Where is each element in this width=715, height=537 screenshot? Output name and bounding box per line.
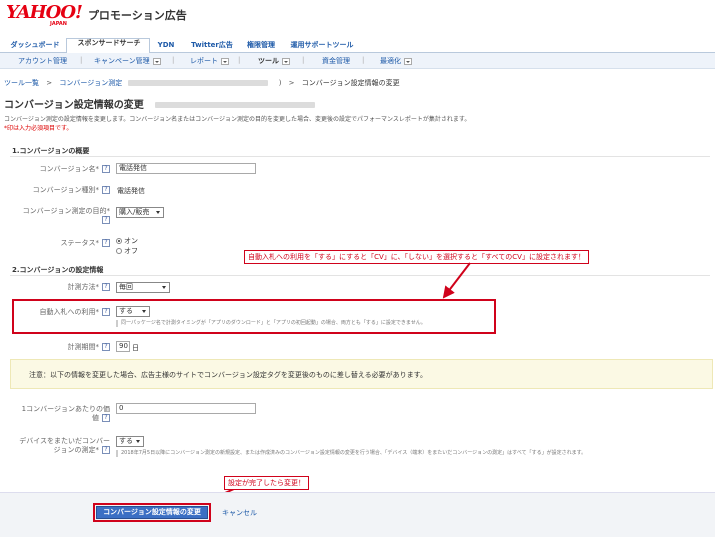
- tab-support-tools[interactable]: 運用サポートツール: [286, 38, 358, 53]
- product-title: プロモーション広告: [87, 9, 187, 22]
- period-label: 計測期間*?: [20, 343, 110, 352]
- status-off-radio[interactable]: オフ: [116, 246, 138, 256]
- help-icon[interactable]: ?: [102, 446, 110, 454]
- method-label: 計測方法*?: [20, 283, 110, 292]
- arrow-to-autobid: [442, 262, 471, 299]
- chevron-down-icon: [156, 211, 160, 214]
- conversion-name-field[interactable]: 電話発信: [116, 163, 256, 174]
- chevron-down-icon: [282, 57, 290, 65]
- section2-heading: 2.コンバージョンの設定情報: [12, 266, 104, 274]
- subnav-funds[interactable]: 資金管理: [322, 56, 350, 66]
- main-tab-bar: ダッシュボード スポンサードサーチ YDN Twitter広告 権限管理 運用サ…: [0, 38, 715, 54]
- subnav-tools[interactable]: ツール: [258, 56, 290, 66]
- period-field[interactable]: 90: [116, 341, 130, 352]
- breadcrumb-current: コンバージョン設定情報の変更: [301, 79, 400, 87]
- section1-heading: 1.コンバージョンの概要: [12, 147, 90, 155]
- cross-device-note: 2018年7月5日以降にコンバージョン測定の新規設定、または作成済みのコンバージ…: [116, 450, 676, 457]
- logo-main: YAHOO!: [6, 2, 83, 23]
- autobid-highlight: [12, 299, 496, 334]
- method-select[interactable]: 毎回: [116, 282, 170, 293]
- tab-ydn[interactable]: YDN: [152, 38, 180, 53]
- conversion-type-label: コンバージョン種別*?: [20, 186, 110, 195]
- breadcrumb-conversion[interactable]: コンバージョン測定: [59, 79, 122, 87]
- logo-sub: JAPAN: [50, 21, 67, 27]
- autobid-callout: 自動入札への利用を「する」にすると「CV」に、「しない」を選択すると「すべてのC…: [244, 250, 589, 264]
- tab-permissions[interactable]: 権限管理: [242, 38, 280, 53]
- value-field[interactable]: 0: [116, 403, 256, 414]
- radio-icon: [116, 248, 122, 254]
- subnav-optimize[interactable]: 最適化: [380, 56, 412, 66]
- status-on-radio[interactable]: オン: [116, 236, 138, 246]
- value-label: 1コンバージョンあたりの価値?: [21, 405, 110, 422]
- help-icon[interactable]: ?: [102, 186, 110, 194]
- chevron-down-icon: [221, 57, 229, 65]
- redacted-text: [128, 80, 269, 86]
- chevron-down-icon: [404, 57, 412, 65]
- tab-sponsored-search[interactable]: スポンサードサーチ: [66, 38, 150, 54]
- cross-device-select[interactable]: する: [116, 436, 144, 447]
- required-note: *印は入力必須項目です。: [4, 125, 73, 132]
- warning-box: 注意：以下の情報を変更した場合、広告主様のサイトでコンバージョン設定タグを変更後…: [10, 359, 713, 389]
- redacted-text: [155, 102, 316, 108]
- cross-device-label: デバイスをまたいだコンバー ジョンの測定*?: [19, 437, 110, 454]
- help-icon[interactable]: ?: [102, 165, 110, 173]
- status-label: ステータス*?: [20, 239, 110, 248]
- chevron-down-icon: [152, 57, 161, 65]
- subnav-campaign[interactable]: キャンペーン管理: [94, 56, 161, 66]
- page-description: コンバージョン測定の設定情報を変更します。コンバージョン名またはコンバージョン測…: [4, 116, 471, 132]
- cancel-link[interactable]: キャンセル: [222, 508, 257, 518]
- breadcrumb: ツール一覧 > コンバージョン測定 ) > コンバージョン設定情報の変更: [4, 79, 400, 87]
- subnav-account[interactable]: アカウント管理: [18, 56, 67, 66]
- radio-selected-icon: [116, 238, 122, 244]
- page-title: コンバージョン設定情報の変更: [4, 96, 316, 111]
- help-icon[interactable]: ?: [102, 343, 110, 351]
- sub-nav: アカウント管理 | キャンペーン管理 | レポート | ツール | 資金管理 |…: [0, 53, 715, 69]
- conversion-type-value: 電話発信: [117, 187, 145, 195]
- yahoo-logo[interactable]: YAHOO! JAPAN プロモーション広告: [6, 2, 187, 28]
- tab-dashboard[interactable]: ダッシュボード: [6, 38, 64, 53]
- help-icon[interactable]: ?: [102, 239, 110, 247]
- period-unit: 日: [132, 344, 139, 352]
- purpose-label: コンバージョン測定の目的*?: [22, 207, 110, 224]
- submit-callout: 設定が完了したら変更！: [224, 476, 309, 490]
- tab-twitter[interactable]: Twitter広告: [186, 38, 238, 53]
- chevron-down-icon: [162, 286, 166, 289]
- subnav-report[interactable]: レポート: [190, 56, 229, 66]
- chevron-down-icon: [136, 440, 140, 443]
- divider: [10, 156, 710, 157]
- conversion-name-label: コンバージョン名*?: [20, 165, 110, 174]
- breadcrumb-tools[interactable]: ツール一覧: [4, 79, 39, 87]
- submit-button[interactable]: コンバージョン設定情報の変更: [96, 506, 208, 519]
- divider: [10, 275, 710, 276]
- purpose-select[interactable]: 購入/販売: [116, 207, 164, 218]
- help-icon[interactable]: ?: [102, 216, 110, 224]
- help-icon[interactable]: ?: [102, 414, 110, 422]
- help-icon[interactable]: ?: [102, 283, 110, 291]
